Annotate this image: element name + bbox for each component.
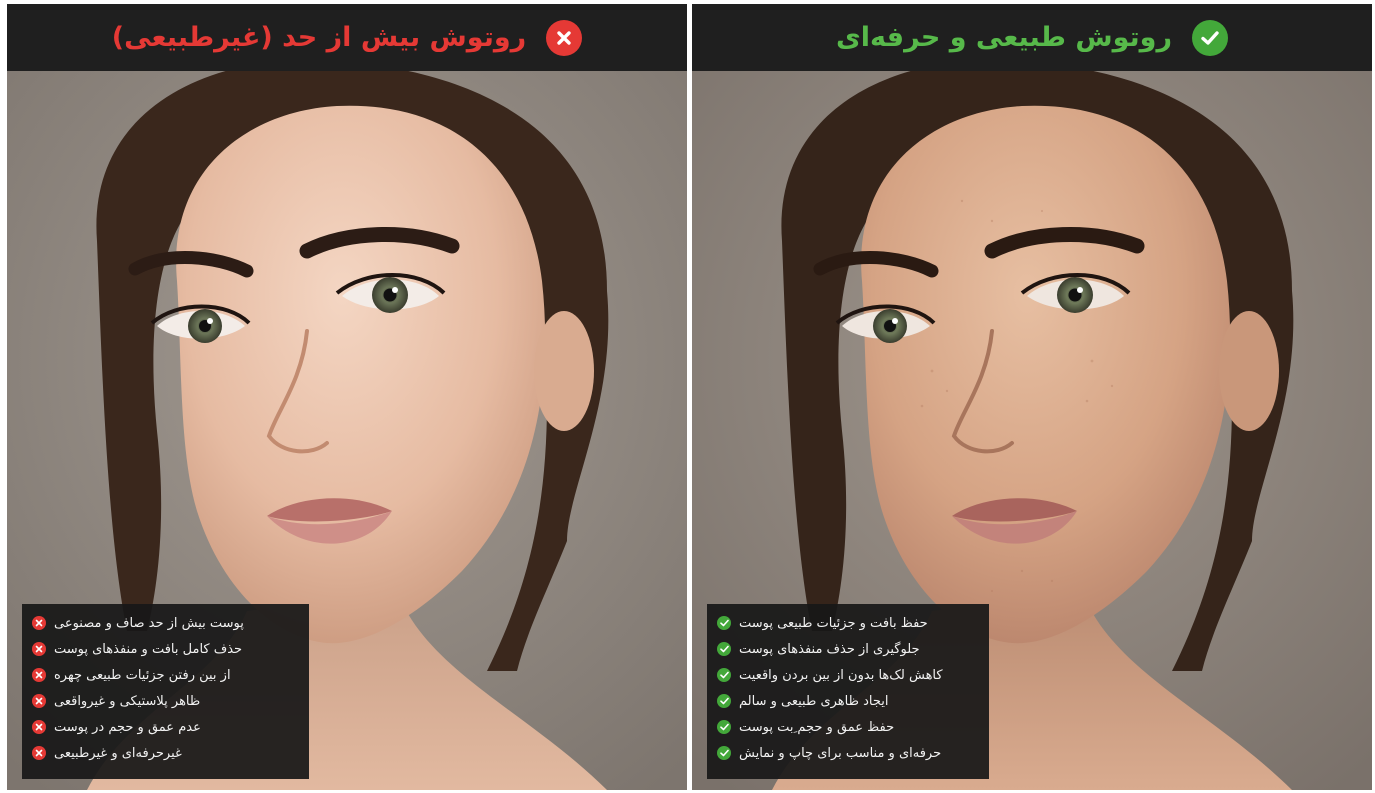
x-circle-icon [32,694,46,708]
item-label: حرفه‌ای و مناسب برای چاپ و نمایش [739,745,942,761]
list-item: کاهش لک‌ها بدون از بین بردن واقعیت [707,662,989,688]
check-circle-icon [717,668,731,682]
x-circle-icon [32,746,46,760]
list-item: پوست بیش از حد صاف و مصنوعی [22,610,309,636]
item-label: حذف کامل بافت و منفذهای پوست [54,641,243,657]
check-circle-icon [1192,19,1228,56]
item-label: پوست بیش از حد صاف و مصنوعی [54,615,244,631]
item-label: از بین رفتن جزئیات طبیعی چهره [54,667,231,683]
panel-over-retouched: روتوش بیش از حد (غیرطبیعی) پوست بیش از ح… [7,4,687,790]
check-circle-icon [717,642,731,656]
x-circle-icon [32,720,46,734]
panel-header: روتوش طبیعی و حرفه‌ای [692,4,1372,71]
list-item: حفظ عمق و حجم ِبت پوست [707,714,989,740]
issues-list: پوست بیش از حد صاف و مصنوعی حذف کامل باف… [22,604,309,779]
list-item: حفظ بافت و جزئیات طبیعی پوست [707,610,989,636]
item-label: کاهش لک‌ها بدون از بین بردن واقعیت [739,667,943,683]
list-item: حرفه‌ای و مناسب برای چاپ و نمایش [707,740,989,766]
benefits-list: حفظ بافت و جزئیات طبیعی پوست جلوگیری از … [707,604,989,779]
panel-natural-retouch: روتوش طبیعی و حرفه‌ای [692,4,1372,790]
item-label: حفظ عمق و حجم ِبت پوست [739,719,895,735]
x-circle-icon [32,642,46,656]
check-circle-icon [717,720,731,734]
list-item: عدم عمق و حجم در پوست [22,714,309,740]
check-circle-icon [717,694,731,708]
check-circle-icon [717,746,731,760]
list-item: از بین رفتن جزئیات طبیعی چهره [22,662,309,688]
panel-title: روتوش طبیعی و حرفه‌ای [836,22,1172,53]
list-item: ظاهر پلاستیکی و غیرواقعی [22,688,309,714]
panel-header: روتوش بیش از حد (غیرطبیعی) [7,4,687,71]
list-item: حذف کامل بافت و منفذهای پوست [22,636,309,662]
check-circle-icon [717,616,731,630]
item-label: ایجاد ظاهری طبیعی و سالم [739,693,889,709]
item-label: غیرحرفه‌ای و غیرطبیعی [54,745,182,761]
item-label: ظاهر پلاستیکی و غیرواقعی [54,693,201,709]
panel-title: روتوش بیش از حد (غیرطبیعی) [111,22,527,53]
x-circle-icon [546,19,583,56]
comparison-graphic: روتوش بیش از حد (غیرطبیعی) پوست بیش از ح… [0,0,1375,793]
list-item: غیرحرفه‌ای و غیرطبیعی [22,740,309,766]
list-item: ایجاد ظاهری طبیعی و سالم [707,688,989,714]
x-circle-icon [32,668,46,682]
x-circle-icon [32,616,46,630]
item-label: جلوگیری از حذف منفذهای پوست [739,641,920,657]
item-label: عدم عمق و حجم در پوست [54,719,201,735]
item-label: حفظ بافت و جزئیات طبیعی پوست [739,615,928,631]
list-item: جلوگیری از حذف منفذهای پوست [707,636,989,662]
